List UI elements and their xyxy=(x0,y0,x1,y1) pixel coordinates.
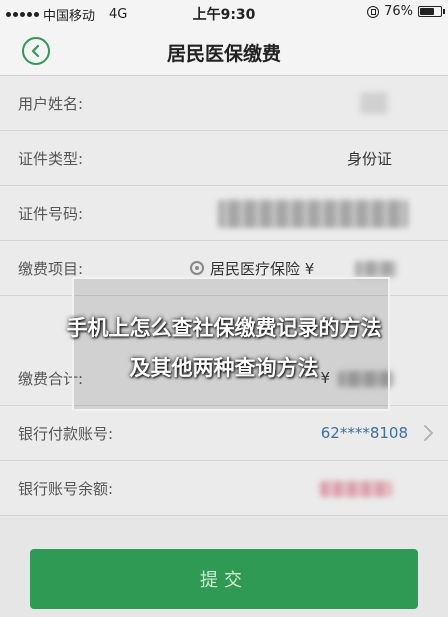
battery-icon xyxy=(418,6,445,17)
screen: 中国移动 4G 上午9:30 76% 居民医保缴费 用户姓名: 证件类型: 身份… xyxy=(0,0,448,617)
payment-item-value: 居民医疗保险 ¥ xyxy=(210,259,315,278)
page-title: 居民医保缴费 xyxy=(166,43,281,65)
bank-account-value: 62****8108 xyxy=(320,424,408,442)
payment-item-option[interactable]: 居民医疗保险 ¥ xyxy=(190,258,314,279)
id-number-redacted xyxy=(218,200,408,228)
radio-selected-icon xyxy=(190,261,204,275)
user-name-label: 用户姓名: xyxy=(18,94,84,113)
orientation-lock-icon xyxy=(367,5,380,18)
battery-fill xyxy=(420,8,435,15)
row-user-name: 用户姓名: xyxy=(0,76,448,131)
row-bank-account[interactable]: 银行付款账号: 62****8108 xyxy=(0,406,448,461)
nav-bar: 居民医保缴费 xyxy=(0,26,448,76)
submit-button[interactable]: 提交 xyxy=(30,549,418,609)
overlay-frame xyxy=(72,277,390,411)
battery-percent: 76% xyxy=(384,4,413,19)
row-id-number: 证件号码: xyxy=(0,186,448,241)
status-bar: 中国移动 4G 上午9:30 76% xyxy=(0,0,448,26)
overlay-title-line2: 及其他两种查询方法 xyxy=(129,356,319,380)
status-right: 76% xyxy=(367,4,445,19)
payment-item-label: 缴费项目: xyxy=(18,259,84,278)
chevron-right-icon xyxy=(424,425,433,441)
balance-redacted xyxy=(320,481,392,497)
overlay-title-line1: 手机上怎么查社保缴费记录的方法 xyxy=(66,316,382,340)
id-type-value: 身份证 xyxy=(346,149,392,168)
balance-label: 银行账号余额: xyxy=(18,479,114,498)
id-type-label: 证件类型: xyxy=(18,149,84,168)
row-id-type: 证件类型: 身份证 xyxy=(0,131,448,186)
submit-area: 提交 xyxy=(0,518,448,617)
id-number-label: 证件号码: xyxy=(18,204,84,223)
bank-account-label: 银行付款账号: xyxy=(18,424,114,443)
payment-amount-redacted xyxy=(355,261,397,277)
user-name-redacted xyxy=(360,92,388,114)
row-balance: 银行账号余额: xyxy=(0,461,448,516)
